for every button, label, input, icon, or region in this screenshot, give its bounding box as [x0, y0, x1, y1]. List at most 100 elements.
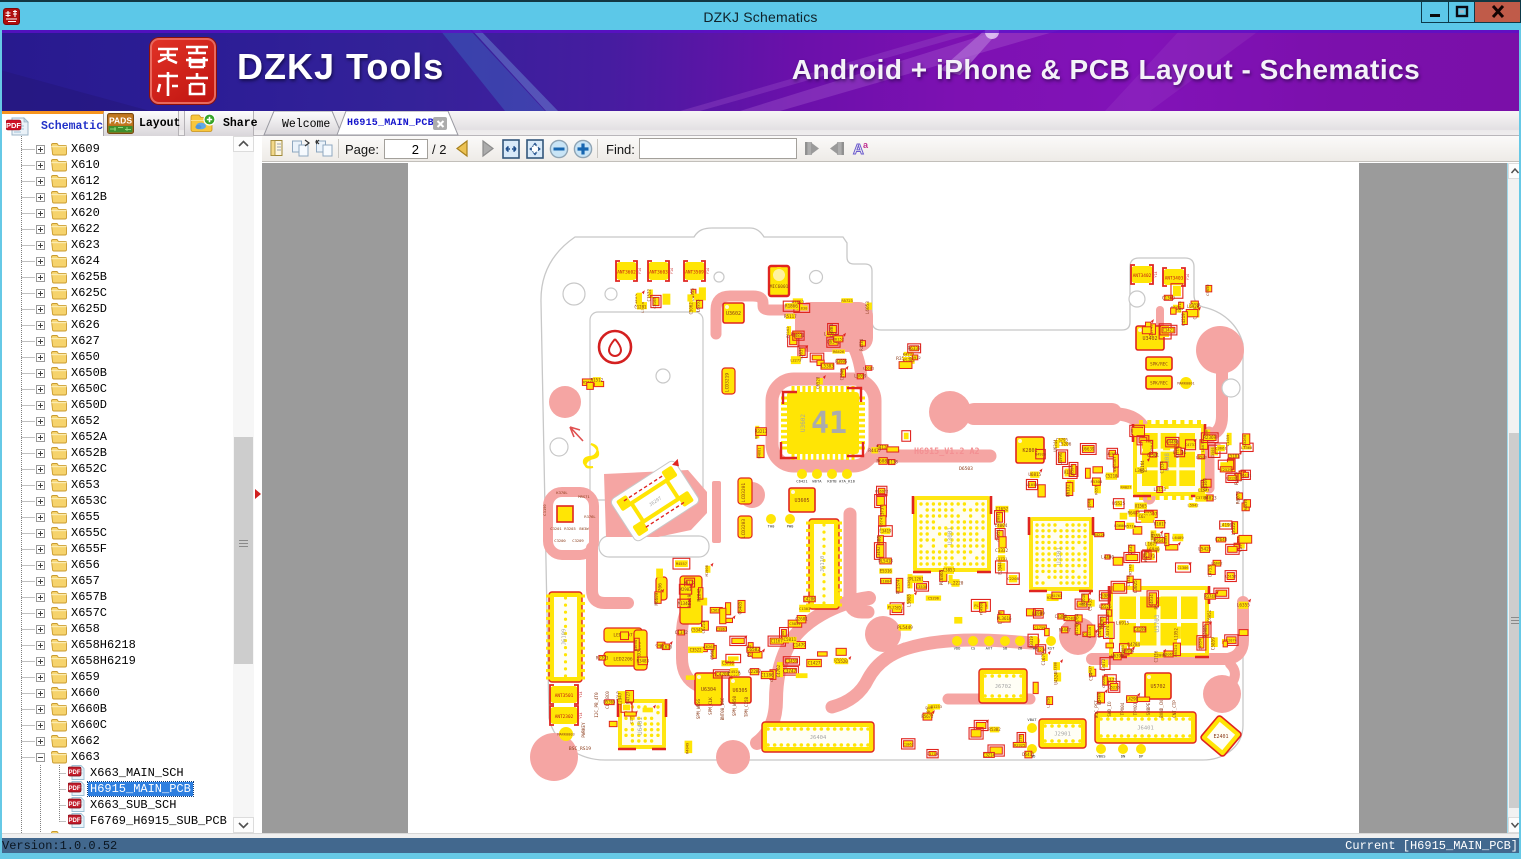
tree-folder-X650[interactable]: X650 [2, 349, 233, 365]
expand-icon[interactable] [36, 369, 45, 378]
tree-folder-X610[interactable]: X610 [2, 157, 233, 173]
expand-icon[interactable] [36, 193, 45, 202]
tab-close-icon[interactable] [433, 117, 447, 130]
font-size-icon[interactable]: A a [852, 138, 871, 163]
tree-folder-X657[interactable]: X657 [2, 573, 233, 589]
expand-icon[interactable] [36, 337, 45, 346]
expand-icon[interactable] [36, 257, 45, 266]
tree-folder-X624[interactable]: X624 [2, 253, 233, 269]
page-number-input[interactable] [384, 139, 428, 159]
expand-icon[interactable] [36, 689, 45, 698]
expand-icon[interactable] [36, 353, 45, 362]
tree-scrollbar-thumb[interactable] [234, 437, 253, 664]
two-page-view-icon[interactable] [291, 139, 312, 163]
tree-folder-X612[interactable]: X612 [2, 173, 233, 189]
tree-folder-X660C[interactable]: X660C [2, 717, 233, 733]
tree-folder-X625B[interactable]: X625B [2, 269, 233, 285]
expand-icon[interactable] [36, 513, 45, 522]
tree-folder-X662[interactable]: X662 [2, 733, 233, 749]
splitter-collapse-icon[interactable] [254, 488, 262, 500]
expand-icon[interactable] [36, 225, 45, 234]
tree-folder-X652A[interactable]: X652A [2, 429, 233, 445]
tree-folder-X655C[interactable]: X655C [2, 525, 233, 541]
tree-folder-X657C[interactable]: X657C [2, 605, 233, 621]
panel-splitter[interactable] [254, 136, 262, 833]
expand-icon[interactable] [36, 641, 45, 650]
tree-folder-X650C[interactable]: X650C [2, 381, 233, 397]
expand-icon[interactable] [36, 673, 45, 682]
expand-icon[interactable] [36, 465, 45, 474]
expand-icon[interactable] [36, 705, 45, 714]
tree-folder-X658H6218[interactable]: X658H6218 [2, 637, 233, 653]
tab-layout[interactable]: PADS Layout [104, 111, 179, 136]
tree-file-X663_SUB_SCH[interactable]: PDF X663_SUB_SCH [2, 797, 233, 813]
tree-folder-X656[interactable]: X656 [2, 557, 233, 573]
maximize-button[interactable] [1449, 2, 1475, 23]
tree-file-H6915_MAIN_PCB[interactable]: PDF H6915_MAIN_PCB [2, 781, 233, 797]
tree-folder-X653[interactable]: X653 [2, 477, 233, 493]
tab-share[interactable]: Share [184, 111, 254, 136]
expand-icon[interactable] [36, 433, 45, 442]
tree-folder-X612B[interactable]: X612B [2, 189, 233, 205]
zoom-out-icon[interactable] [549, 139, 569, 164]
tree-folder-X625C[interactable]: X625C [2, 285, 233, 301]
expand-icon[interactable] [36, 273, 45, 282]
tree-folder-X650B[interactable]: X650B [2, 365, 233, 381]
expand-icon[interactable] [36, 209, 45, 218]
tree-folder-X655[interactable]: X655 [2, 509, 233, 525]
tree-folder-X650D[interactable]: X650D [2, 397, 233, 413]
tree-folder-X655F[interactable]: X655F [2, 541, 233, 557]
expand-icon[interactable] [36, 497, 45, 506]
tree-scroll-down-icon[interactable] [233, 817, 254, 833]
expand-icon[interactable] [36, 305, 45, 314]
expand-icon[interactable] [36, 481, 45, 490]
expand-icon[interactable] [36, 401, 45, 410]
expand-icon[interactable] [36, 545, 45, 554]
tree-scroll-up-icon[interactable] [233, 136, 254, 152]
next-page-arrow-icon[interactable] [479, 139, 496, 163]
tree-folder-X660B[interactable]: X660B [2, 701, 233, 717]
tree-folder-X657B[interactable]: X657B [2, 589, 233, 605]
tree-folder-X653C[interactable]: X653C [2, 493, 233, 509]
tree-folder-X626[interactable]: X626 [2, 317, 233, 333]
expand-icon[interactable] [36, 593, 45, 602]
expand-icon[interactable] [36, 241, 45, 250]
tree-file-X663_MAIN_SCH[interactable]: PDF X663_MAIN_SCH [2, 765, 233, 781]
expand-icon[interactable] [36, 177, 45, 186]
collapse-icon[interactable] [36, 753, 45, 762]
expand-icon[interactable] [36, 417, 45, 426]
tree-folder-X652C[interactable]: X652C [2, 461, 233, 477]
zoom-in-icon[interactable] [573, 139, 593, 164]
tree-folder-X620[interactable]: X620 [2, 205, 233, 221]
tree-folder-X663[interactable]: X663 [2, 749, 233, 765]
tree-folder-X625D[interactable]: X625D [2, 301, 233, 317]
tree-folder-X652[interactable]: X652 [2, 413, 233, 429]
find-input[interactable] [639, 138, 797, 159]
previous-page-arrow-icon[interactable] [454, 139, 471, 163]
expand-icon[interactable] [36, 145, 45, 154]
expand-icon[interactable] [36, 577, 45, 586]
tree-folder-X609[interactable]: X609 [2, 141, 233, 157]
tree-folder-X658[interactable]: X658 [2, 621, 233, 637]
find-previous-icon[interactable] [803, 140, 821, 162]
minimize-button[interactable] [1421, 2, 1449, 23]
fit-width-icon[interactable] [502, 139, 520, 164]
expand-icon[interactable] [36, 161, 45, 170]
expand-icon[interactable] [36, 289, 45, 298]
tree-scrollbar[interactable] [233, 136, 254, 833]
expand-icon[interactable] [36, 657, 45, 666]
expand-icon[interactable] [36, 737, 45, 746]
expand-icon[interactable] [36, 321, 45, 330]
tree-folder-X627[interactable]: X627 [2, 333, 233, 349]
fit-page-icon[interactable] [526, 139, 544, 164]
close-button[interactable] [1475, 2, 1521, 23]
find-next-icon[interactable] [828, 140, 846, 162]
tree-folder-X623[interactable]: X623 [2, 237, 233, 253]
tree-folder-X659[interactable]: X659 [2, 669, 233, 685]
expand-icon[interactable] [36, 721, 45, 730]
expand-icon[interactable] [36, 449, 45, 458]
expand-icon[interactable] [36, 625, 45, 634]
tree-folder-X658H6219[interactable]: X658H6219 [2, 653, 233, 669]
tree-folder-X652B[interactable]: X652B [2, 445, 233, 461]
tree-folder-X622[interactable]: X622 [2, 221, 233, 237]
